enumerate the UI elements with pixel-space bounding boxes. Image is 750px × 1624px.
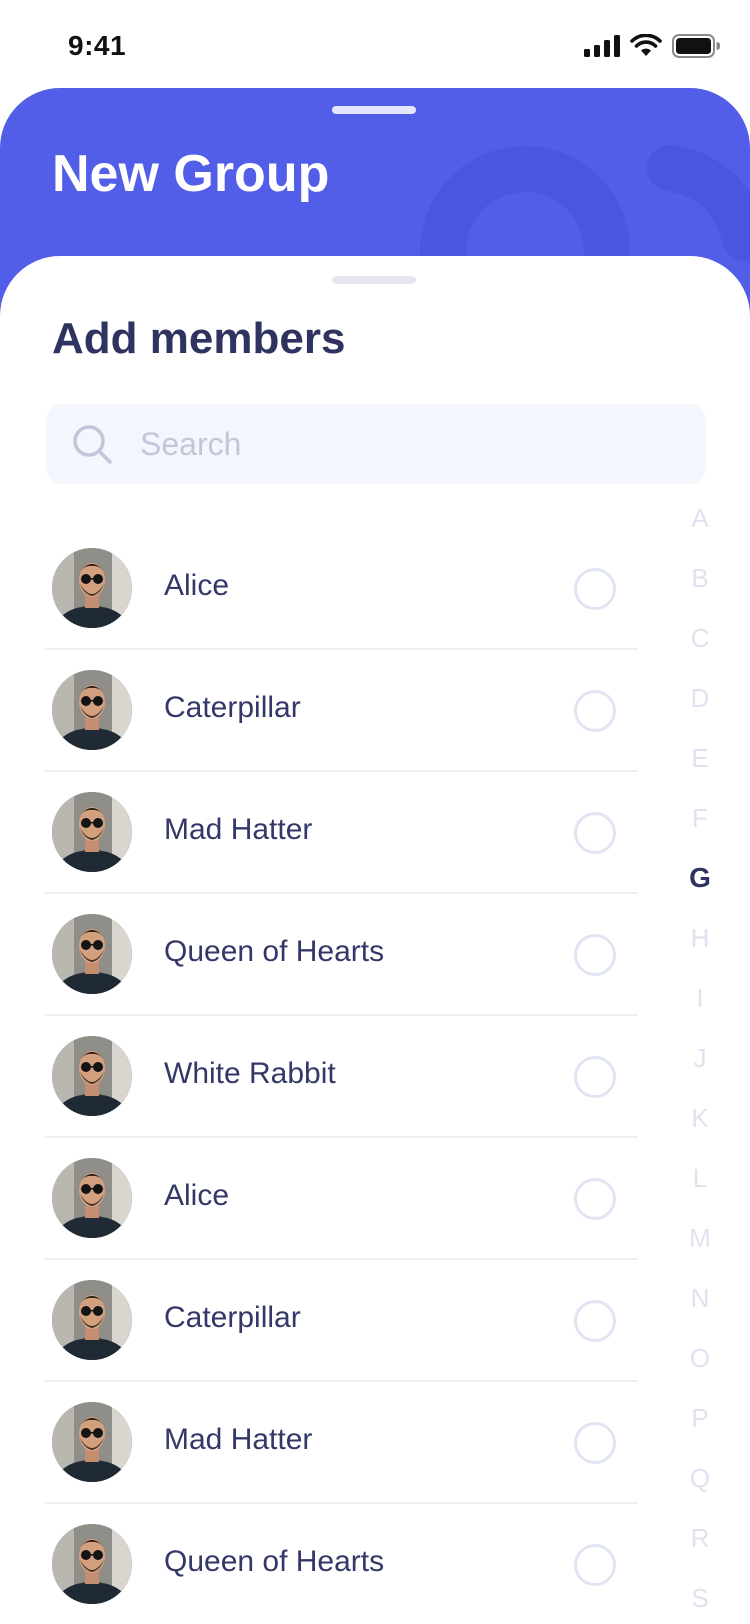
battery-icon: [672, 34, 720, 58]
select-circle[interactable]: [574, 1300, 616, 1342]
avatar: [52, 1524, 132, 1604]
member-row[interactable]: Alice: [44, 528, 638, 650]
member-row[interactable]: Queen of Hearts: [44, 894, 638, 1016]
member-name: Alice: [164, 569, 230, 602]
member-row[interactable]: Queen of Hearts: [44, 1504, 638, 1624]
index-letter-s[interactable]: S: [676, 1582, 724, 1624]
search-input[interactable]: [140, 404, 680, 484]
avatar: [52, 1402, 132, 1482]
index-letter-p[interactable]: P: [676, 1402, 724, 1462]
select-circle[interactable]: [574, 1178, 616, 1220]
index-letter-c[interactable]: C: [676, 622, 724, 682]
select-circle[interactable]: [574, 934, 616, 976]
member-name: Mad Hatter: [164, 813, 313, 846]
select-circle[interactable]: [574, 568, 616, 610]
index-letter-f[interactable]: F: [676, 802, 724, 862]
index-letter-d[interactable]: D: [676, 682, 724, 742]
wifi-icon: [630, 34, 662, 56]
index-letter-e[interactable]: E: [676, 742, 724, 802]
section-title: Add members: [52, 314, 346, 363]
avatar: [52, 792, 132, 872]
member-row[interactable]: Mad Hatter: [44, 772, 638, 894]
avatar: [52, 1280, 132, 1360]
search-icon: [73, 425, 112, 464]
sheet-drag-handle[interactable]: [332, 276, 416, 284]
member-row[interactable]: Caterpillar: [44, 1260, 638, 1382]
index-letter-b[interactable]: B: [676, 562, 724, 622]
member-name: Mad Hatter: [164, 1423, 313, 1456]
index-letter-g[interactable]: G: [676, 862, 724, 922]
select-circle[interactable]: [574, 690, 616, 732]
member-name: Queen of Hearts: [164, 935, 385, 968]
avatar: [52, 1158, 132, 1238]
index-letter-a[interactable]: A: [676, 502, 724, 562]
member-name: Caterpillar: [164, 691, 301, 724]
index-letter-j[interactable]: J: [676, 1042, 724, 1102]
member-row[interactable]: White Rabbit: [44, 1016, 638, 1138]
select-circle[interactable]: [574, 812, 616, 854]
index-letter-k[interactable]: K: [676, 1102, 724, 1162]
select-circle[interactable]: [574, 1544, 616, 1586]
index-letter-o[interactable]: O: [676, 1342, 724, 1402]
top-drag-handle[interactable]: [332, 106, 416, 114]
alphabet-index[interactable]: ABCDEFGHIJKLMNOPQRS: [676, 502, 724, 1624]
cellular-signal-icon: [584, 35, 620, 57]
index-letter-h[interactable]: H: [676, 922, 724, 982]
page-title: New Group: [52, 145, 330, 203]
select-circle[interactable]: [574, 1422, 616, 1464]
index-letter-r[interactable]: R: [676, 1522, 724, 1582]
member-name: White Rabbit: [164, 1057, 336, 1090]
status-icons: [584, 34, 720, 58]
status-bar: 9:41: [0, 0, 750, 90]
member-row[interactable]: Mad Hatter: [44, 1382, 638, 1504]
avatar: [52, 548, 132, 628]
member-name: Alice: [164, 1179, 230, 1212]
index-letter-i[interactable]: I: [676, 982, 724, 1042]
avatar: [52, 914, 132, 994]
search-box[interactable]: [46, 404, 706, 484]
index-letter-q[interactable]: Q: [676, 1462, 724, 1522]
member-row[interactable]: Alice: [44, 1138, 638, 1260]
avatar: [52, 1036, 132, 1116]
index-letter-l[interactable]: L: [676, 1162, 724, 1222]
index-letter-m[interactable]: M: [676, 1222, 724, 1282]
member-row[interactable]: Caterpillar: [44, 650, 638, 772]
member-list: Alice Caterpillar Mad Hatter Queen of He…: [44, 528, 638, 1624]
index-letter-n[interactable]: N: [676, 1282, 724, 1342]
add-members-sheet: Add members Alice: [0, 256, 750, 1624]
avatar: [52, 670, 132, 750]
select-circle[interactable]: [574, 1056, 616, 1098]
status-time: 9:41: [68, 30, 127, 61]
member-name: Queen of Hearts: [164, 1545, 385, 1578]
member-name: Caterpillar: [164, 1301, 301, 1334]
